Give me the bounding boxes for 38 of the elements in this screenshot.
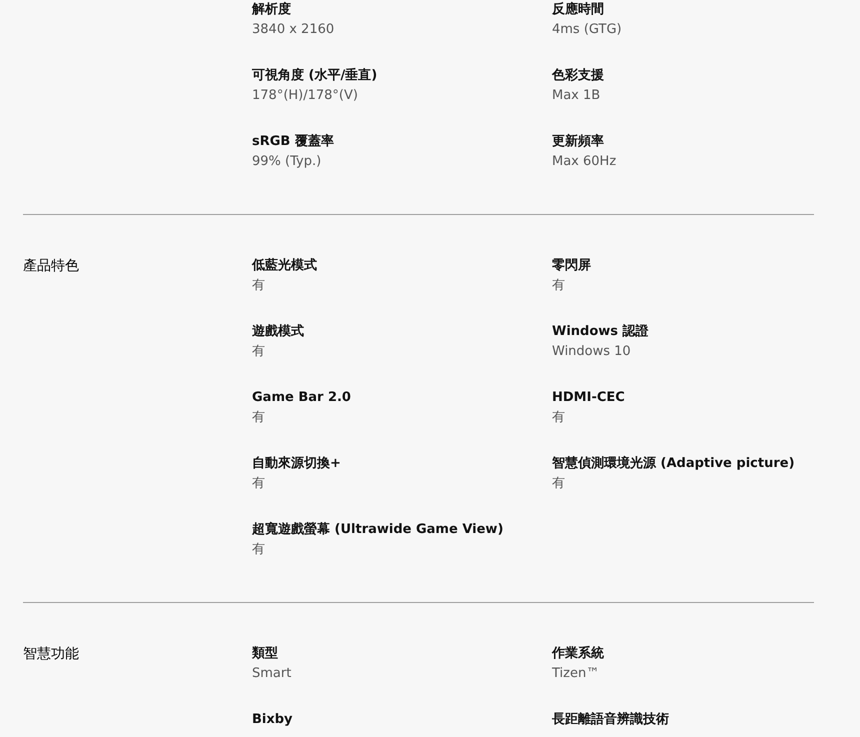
spec-label: 解析度 (252, 0, 292, 19)
spec-value: Max 1B (552, 87, 600, 105)
section-title: 產品特色 (23, 257, 79, 276)
spec-value: Tizen™ (552, 665, 600, 683)
spec-label: 智慧偵測環境光源 (Adaptive picture) (552, 454, 796, 473)
spec-value: 有 (552, 409, 565, 427)
spec-label: 色彩支援 (552, 67, 605, 85)
spec-label: 反應時間 (552, 0, 605, 19)
spec-label: 類型 (252, 645, 279, 663)
spec-value: 178°(H)/178°(V) (252, 87, 358, 105)
spec-value: 有 (252, 277, 265, 295)
spec-label: Windows 認證 (552, 323, 650, 341)
spec-value: 4ms (GTG) (552, 21, 622, 39)
spec-value: Max 60Hz (552, 153, 616, 171)
spec-label: 長距離語音辨識技術 (552, 710, 670, 729)
spec-label: HDMI-CEC (552, 389, 626, 407)
spec-label: 低藍光模式 (252, 257, 318, 275)
spec-value: 3840 x 2160 (252, 21, 334, 39)
spec-label: Bixby (252, 711, 294, 729)
spec-label: 遊戲模式 (252, 323, 305, 341)
spec-value: 99% (Typ.) (252, 153, 322, 171)
spec-value: Windows 10 (552, 343, 631, 361)
spec-value: 有 (252, 541, 265, 559)
spec-value: 有 (252, 475, 265, 493)
spec-value: Smart (252, 665, 292, 683)
spec-label: 可視角度 (水平/垂直) (252, 66, 378, 85)
spec-label: sRGB 覆蓋率 (252, 132, 335, 151)
spec-label: 超寬遊戲螢幕 (Ultrawide Game View) (252, 520, 504, 539)
spec-value: 有 (552, 277, 565, 295)
spec-label: 作業系統 (552, 644, 605, 663)
spec-value: 有 (552, 475, 565, 493)
spec-value: 有 (252, 343, 265, 361)
spec-label: Game Bar 2.0 (252, 389, 352, 407)
spec-value: 有 (252, 409, 265, 427)
spec-label: 更新頻率 (552, 132, 605, 151)
spec-label: 零閃屏 (552, 257, 592, 275)
section-title: 智慧功能 (23, 645, 79, 664)
spec-label: 自動來源切換+ (252, 455, 342, 473)
